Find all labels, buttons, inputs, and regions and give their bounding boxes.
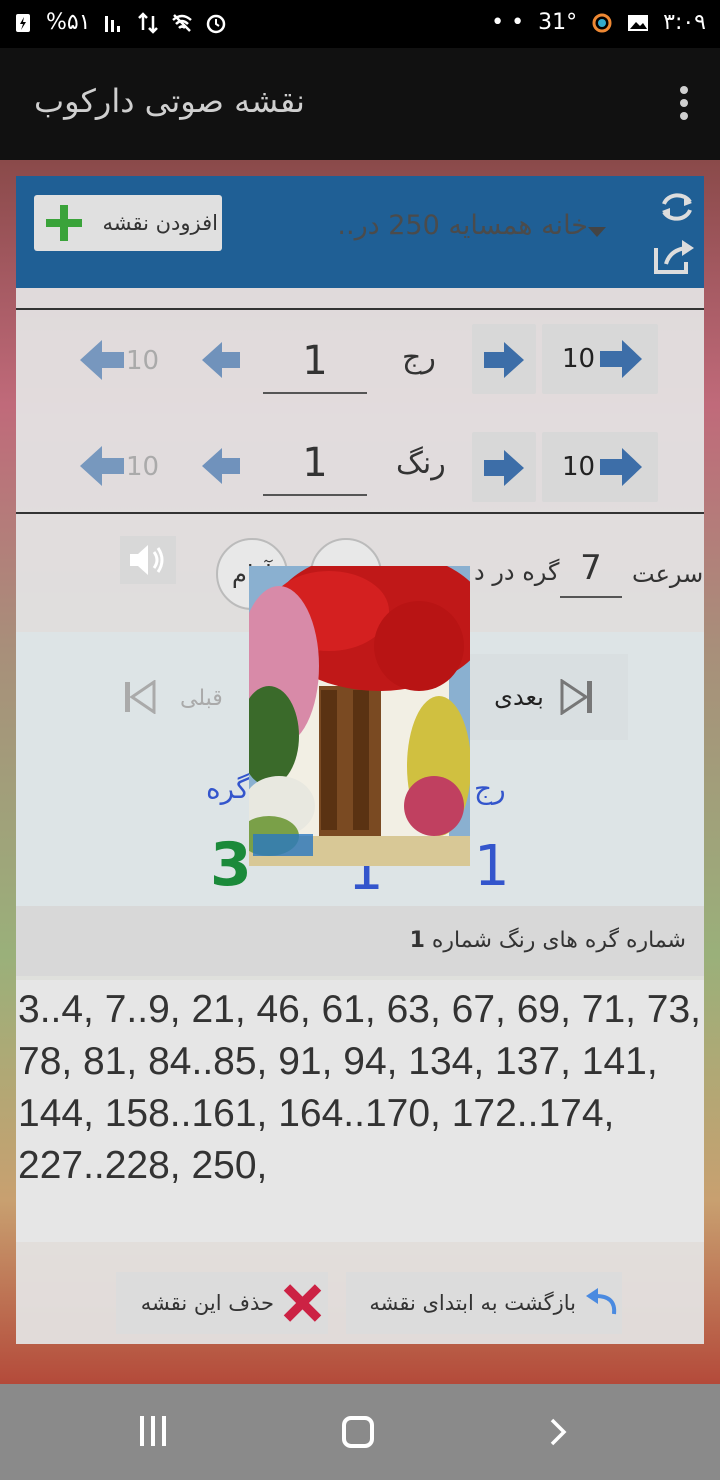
row-step-forward-button[interactable]: 10	[542, 324, 658, 394]
app-notification-icon	[592, 13, 612, 32]
wifi-off-icon	[171, 13, 192, 32]
divider	[16, 512, 704, 514]
next-label: بعدی	[494, 683, 544, 711]
app-bar: نقشه صوتی دارکوب	[0, 48, 720, 160]
row-step-back-label: 10	[126, 346, 160, 376]
row-step-forward-label: 10	[562, 344, 596, 374]
row-step-back-icon[interactable]	[78, 338, 126, 382]
arrow-right-icon	[484, 450, 524, 486]
knot-heading: گره	[206, 772, 250, 805]
skip-previous-icon[interactable]	[124, 680, 156, 714]
speed-unit-label: گره در د	[474, 558, 560, 586]
chevron-down-icon[interactable]	[588, 227, 606, 237]
app-title: نقشه صوتی دارکوب	[34, 82, 305, 120]
arrow-right-icon	[600, 448, 642, 486]
speed-field[interactable]: 7	[560, 548, 622, 598]
row-next-button[interactable]	[472, 324, 536, 394]
color-number: 1	[409, 928, 425, 953]
data-transfer-icon	[137, 11, 158, 34]
alarm-icon	[206, 14, 225, 33]
recents-icon[interactable]	[140, 1416, 172, 1446]
row-heading: رج	[474, 772, 506, 805]
overflow-menu-icon[interactable]	[680, 86, 690, 120]
home-icon[interactable]	[342, 1416, 374, 1448]
plus-icon	[46, 205, 82, 241]
color-step-forward-label: 10	[562, 452, 596, 482]
arrow-right-icon	[484, 342, 524, 378]
share-icon[interactable]	[652, 236, 696, 276]
divider	[16, 308, 704, 310]
color-next-button[interactable]	[472, 432, 536, 502]
color-step-back-icon[interactable]	[78, 444, 126, 488]
speaker-icon[interactable]	[120, 536, 176, 584]
delete-label: حذف این نقشه	[140, 1291, 274, 1315]
color-step-forward-button[interactable]: 10	[542, 432, 658, 502]
refresh-icon[interactable]	[656, 186, 698, 228]
signal-icon	[104, 15, 120, 32]
knot-list: 3..4, 7..9, 21, 46, 61, 63, 67, 69, 71, …	[16, 980, 704, 1242]
arrow-right-icon	[600, 340, 642, 378]
temperature: 31°	[538, 10, 578, 35]
knot-info-row: شماره گره های رنگ شماره 1	[16, 906, 704, 976]
row-number-field[interactable]: 1	[263, 330, 367, 394]
close-icon	[282, 1283, 322, 1323]
battery-charging-icon	[16, 13, 30, 32]
add-map-label: افزودن نقشه	[102, 211, 218, 235]
speed-label: سرعت	[632, 560, 704, 588]
status-dots: • •	[491, 10, 525, 35]
row-label: رج	[402, 340, 436, 375]
status-bar: %۵۱ • • 31° ۳:۰۹	[0, 0, 720, 48]
image-notification-icon	[628, 14, 649, 31]
pattern-preview-image[interactable]	[249, 566, 470, 866]
knot-info-label: شماره گره های رنگ شماره	[431, 928, 686, 953]
back-icon[interactable]	[548, 1418, 568, 1446]
status-bar-left: %۵۱	[12, 10, 227, 35]
previous-button[interactable]: قبلی	[180, 686, 223, 711]
status-bar-right: • • 31° ۳:۰۹	[491, 10, 706, 35]
knot-number: 3	[210, 830, 252, 900]
skip-next-icon	[560, 679, 592, 715]
clock: ۳:۰۹	[663, 10, 706, 35]
color-prev-icon[interactable]	[200, 446, 242, 486]
row-number: 1	[474, 834, 510, 899]
next-button[interactable]: بعدی	[460, 654, 628, 740]
restart-label: بازگشت به ابتدای نقشه	[369, 1291, 576, 1315]
delete-map-button[interactable]: حذف این نقشه	[116, 1272, 328, 1334]
color-label: رنگ	[396, 446, 446, 481]
restart-map-button[interactable]: بازگشت به ابتدای نقشه	[346, 1272, 622, 1334]
map-selector[interactable]: خانه همسایه 250 در..	[258, 210, 588, 241]
add-map-button[interactable]: افزودن نقشه	[34, 195, 222, 251]
color-number-field[interactable]: 1	[263, 432, 367, 496]
battery-percent: %۵۱	[46, 10, 91, 35]
color-step-back-label: 10	[126, 452, 160, 482]
knot-info-text: شماره گره های رنگ شماره 1	[410, 928, 686, 953]
undo-icon	[586, 1288, 617, 1315]
row-prev-icon[interactable]	[200, 340, 242, 380]
